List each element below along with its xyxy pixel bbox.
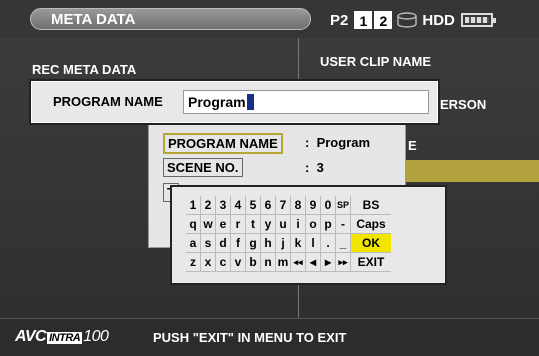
key-3-10[interactable]: ▸▸ (336, 253, 351, 272)
key-1-3[interactable]: r (231, 215, 246, 234)
key-0-5[interactable]: 6 (261, 196, 276, 215)
key-3-1[interactable]: x (201, 253, 216, 272)
rec-meta-data-heading: REC META DATA (32, 62, 137, 77)
text-cursor (246, 94, 254, 110)
keyboard-row-2: q w e r t y u i o p - Caps (186, 215, 391, 234)
key-3-3[interactable]: v (231, 253, 246, 272)
key-0-7[interactable]: 8 (291, 196, 306, 215)
key-1-10[interactable]: - (336, 215, 351, 234)
camera-lcd-screen: META DATA P2 1 2 HDD REC META DATA USER … (0, 0, 539, 356)
hdd-label: HDD (422, 11, 455, 29)
key-3-4[interactable]: b (246, 253, 261, 272)
key-0-8[interactable]: 9 (306, 196, 321, 215)
key-3-6[interactable]: m (276, 253, 291, 272)
key-1-1[interactable]: w (201, 215, 216, 234)
meta-row-scene-no[interactable]: SCENE NO. : 3 (163, 158, 324, 177)
keyboard-row-3: a s d f g h j k l. _ OK (186, 234, 391, 253)
menu-title-pill: META DATA (30, 8, 311, 30)
key-0-0[interactable]: 1 (186, 196, 201, 215)
key-3-2[interactable]: c (216, 253, 231, 272)
meta-value-program-name: : Program (305, 135, 371, 150)
key-3-8[interactable]: ◂ (306, 253, 321, 272)
key-2-4[interactable]: g (246, 234, 261, 253)
key-3-9[interactable]: ▸ (321, 253, 336, 272)
key-1-0[interactable]: q (186, 215, 201, 234)
menu-title: META DATA (51, 11, 136, 28)
key-2-0[interactable]: a (186, 234, 201, 253)
on-screen-keyboard: 1 2 3 4 5 6 7 8 9 0 SP BS q w e r t y u i o p - Caps asdfghjkl… (170, 185, 447, 285)
key-2-7[interactable]: k (291, 234, 306, 253)
key-0-1[interactable]: 2 (201, 196, 216, 215)
key-2-5[interactable]: h (261, 234, 276, 253)
program-name-label: PROGRAM NAME (53, 94, 163, 109)
footer-message: PUSH "EXIT" IN MENU TO EXIT (153, 330, 347, 345)
keyboard-row-1: 1 2 3 4 5 6 7 8 9 0 SP BS (186, 196, 391, 215)
key-1-4[interactable]: t (246, 215, 261, 234)
key-1-2[interactable]: e (216, 215, 231, 234)
key-0-9[interactable]: 0 (321, 196, 336, 215)
right-panel-text-partial: ERSON (440, 97, 487, 112)
program-name-dialog: PROGRAM NAME Program (29, 79, 440, 125)
p2-label: P2 (330, 11, 349, 29)
key-3-0[interactable]: z (186, 253, 201, 272)
key-2-2[interactable]: d (216, 234, 231, 253)
slot-2-indicator: 2 (374, 11, 393, 29)
key-2-8[interactable]: l (306, 234, 321, 253)
key-3-5[interactable]: n (261, 253, 276, 272)
media-status: P2 1 2 HDD (330, 10, 496, 30)
key-2-1[interactable]: s (201, 234, 216, 253)
key-2-10[interactable]: _ (336, 234, 351, 253)
key-1-9[interactable]: p (321, 215, 336, 234)
slot-1-indicator: 1 (354, 11, 373, 29)
key-2-6[interactable]: j (276, 234, 291, 253)
key-1-6[interactable]: u (276, 215, 291, 234)
key-1-7[interactable]: i (291, 215, 306, 234)
keyboard-row-4: z x c v b n m ◂◂ ◂ ▸ ▸▸ EXIT (186, 253, 391, 272)
right-panel-text-partial-2: E (408, 138, 417, 153)
hdd-icon (397, 12, 418, 28)
key-0-10[interactable]: SP (336, 196, 351, 215)
key-0-4[interactable]: 5 (246, 196, 261, 215)
key-0-2[interactable]: 3 (216, 196, 231, 215)
key-ok-button[interactable]: OK (351, 234, 391, 253)
avc-intra-logo: AVC INTRA 100 (15, 328, 109, 345)
key-2-9[interactable]: . (321, 234, 336, 253)
meta-key-scene-no[interactable]: SCENE NO. (163, 158, 243, 177)
key-bs-button[interactable]: BS (351, 196, 391, 215)
key-caps-button[interactable]: Caps (351, 215, 391, 234)
meta-value-scene-no: : 3 (305, 160, 324, 175)
top-status-bar: META DATA P2 1 2 HDD (0, 0, 539, 38)
meta-row-program-name[interactable]: PROGRAM NAME : Program (163, 133, 370, 154)
key-3-7[interactable]: ◂◂ (291, 253, 306, 272)
program-name-input[interactable]: Program (183, 90, 429, 114)
key-1-5[interactable]: y (261, 215, 276, 234)
bottom-status-bar: AVC INTRA 100 PUSH "EXIT" IN MENU TO EXIT (0, 318, 539, 356)
user-clip-name-heading: USER CLIP NAME (320, 54, 431, 69)
key-1-8[interactable]: o (306, 215, 321, 234)
key-0-6[interactable]: 7 (276, 196, 291, 215)
key-2-3[interactable]: f (231, 234, 246, 253)
key-exit-button[interactable]: EXIT (351, 253, 391, 272)
meta-key-program-name[interactable]: PROGRAM NAME (163, 133, 283, 154)
key-0-3[interactable]: 4 (231, 196, 246, 215)
battery-icon (460, 13, 496, 27)
